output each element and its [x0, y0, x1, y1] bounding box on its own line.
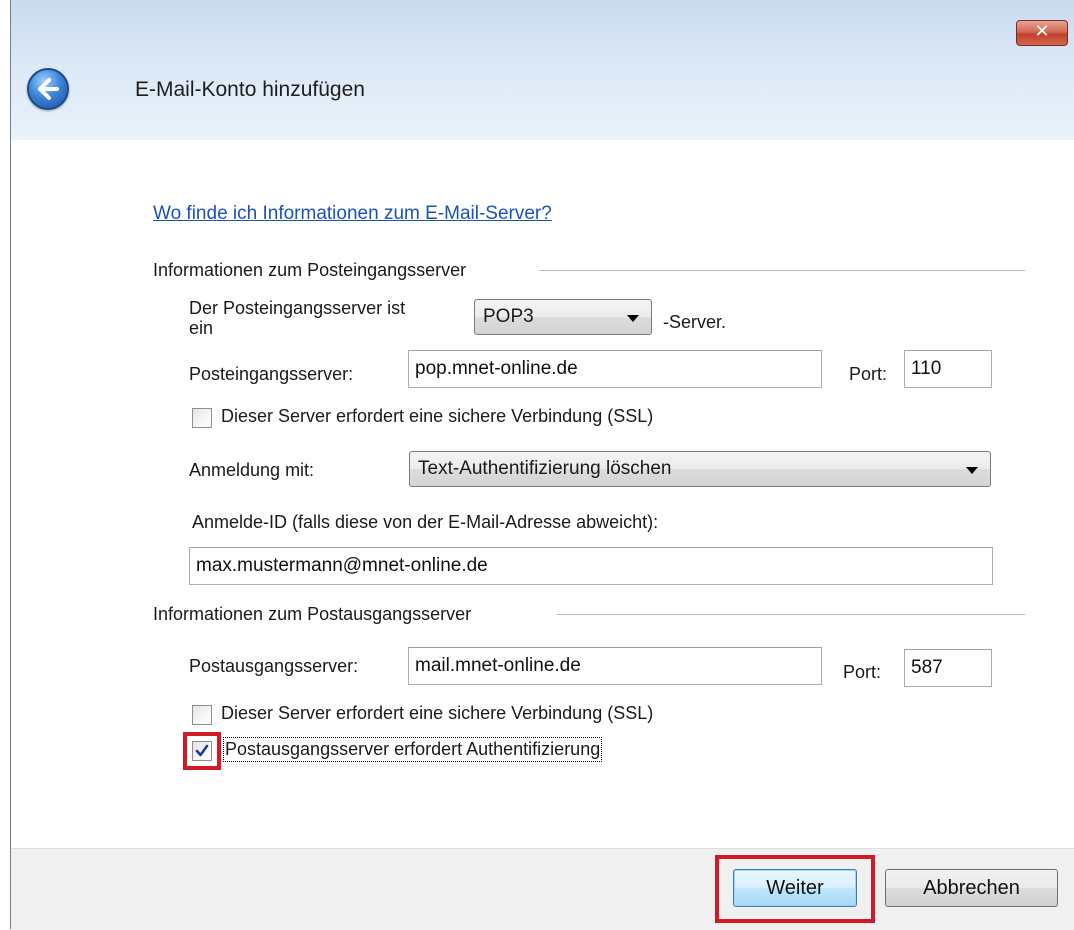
incoming-port-input[interactable] [904, 350, 992, 388]
back-arrow-icon [38, 78, 59, 100]
outgoing-ssl-label: Dieser Server erfordert eine sichere Ver… [221, 703, 654, 723]
outgoing-section-label: Informationen zum Postausgangsserver [153, 604, 472, 624]
back-button[interactable] [27, 68, 69, 110]
outgoing-ssl-checkbox[interactable] [192, 705, 212, 725]
close-button[interactable]: ✕ [1016, 20, 1068, 46]
incoming-ssl-label: Dieser Server erfordert eine sichere Ver… [221, 406, 654, 426]
server-type-suffix: -Server. [663, 312, 727, 332]
next-button[interactable]: Weiter [733, 869, 857, 907]
incoming-section-label: Informationen zum Posteingangsserver [153, 260, 467, 280]
chevron-down-icon [627, 315, 639, 322]
server-settings-panel: Wo finde ich Informationen zum E-Mail-Se… [11, 140, 1074, 848]
incoming-server-input[interactable] [408, 350, 822, 388]
outgoing-section-divider [557, 614, 1025, 615]
login-method-label: Anmeldung mit: [189, 460, 315, 480]
outgoing-server-input[interactable] [408, 647, 822, 685]
incoming-ssl-checkbox[interactable] [192, 408, 212, 428]
outgoing-port-label: Port: [843, 662, 882, 682]
close-icon: ✕ [1034, 21, 1050, 42]
title-bar: ✕ E-Mail-Konto hinzufügen [11, 0, 1074, 140]
wizard-footer: Weiter Abbrechen [11, 848, 1074, 930]
wizard-window: ✕ E-Mail-Konto hinzufügen Wo finde ich I… [10, 0, 1074, 930]
outgoing-port-input[interactable] [904, 649, 992, 687]
cancel-button[interactable]: Abbrechen [885, 869, 1058, 907]
incoming-port-label: Port: [849, 364, 888, 384]
login-id-input[interactable] [189, 547, 993, 585]
login-id-label: Anmelde-ID (falls diese von der E-Mail-A… [192, 512, 659, 532]
outgoing-auth-checkbox[interactable] [192, 741, 212, 761]
server-info-help-link[interactable]: Wo finde ich Informationen zum E-Mail-Se… [153, 203, 552, 225]
checkmark-icon [195, 744, 209, 757]
outgoing-server-label: Postausgangsserver: [189, 656, 359, 676]
login-method-dropdown[interactable]: Text-Authentifizierung löschen [409, 451, 991, 487]
server-type-label: Der Posteingangsserver ist ein [189, 298, 406, 338]
server-type-dropdown[interactable]: POP3 [474, 299, 652, 335]
chevron-down-icon [966, 467, 978, 474]
outgoing-auth-label: Postausgangsserver erfordert Authentifiz… [222, 737, 603, 762]
incoming-section-divider [539, 270, 1025, 271]
wizard-title: E-Mail-Konto hinzufügen [135, 78, 365, 101]
incoming-server-label: Posteingangsserver: [189, 364, 354, 384]
